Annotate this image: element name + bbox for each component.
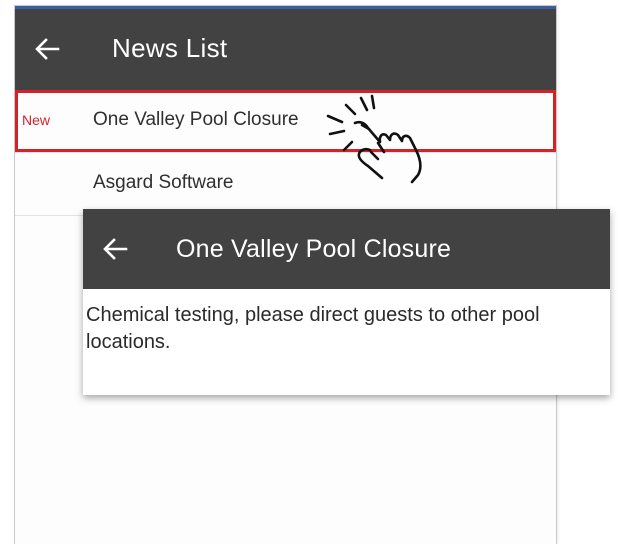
news-item-asgard-software[interactable]: Asgard Software	[15, 153, 556, 216]
new-badge: New	[22, 112, 51, 128]
app-bar: News List	[15, 9, 556, 90]
news-item-pool-closure[interactable]: New One Valley Pool Closure	[15, 90, 556, 153]
arrow-left-icon[interactable]	[33, 35, 61, 63]
news-item-label: Asgard Software	[93, 172, 234, 193]
detail-title: One Valley Pool Closure	[176, 235, 452, 263]
arrow-left-icon[interactable]	[101, 235, 129, 263]
news-list: New One Valley Pool Closure Asgard Softw…	[15, 90, 556, 216]
news-item-label: One Valley Pool Closure	[93, 109, 299, 130]
detail-body-text: Chemical testing, please direct guests t…	[86, 304, 540, 353]
page-title: News List	[112, 33, 228, 63]
news-detail-popup: One Valley Pool Closure Chemical testing…	[83, 209, 610, 395]
tap-hand-icon	[326, 94, 422, 184]
detail-app-bar: One Valley Pool Closure	[83, 209, 610, 289]
